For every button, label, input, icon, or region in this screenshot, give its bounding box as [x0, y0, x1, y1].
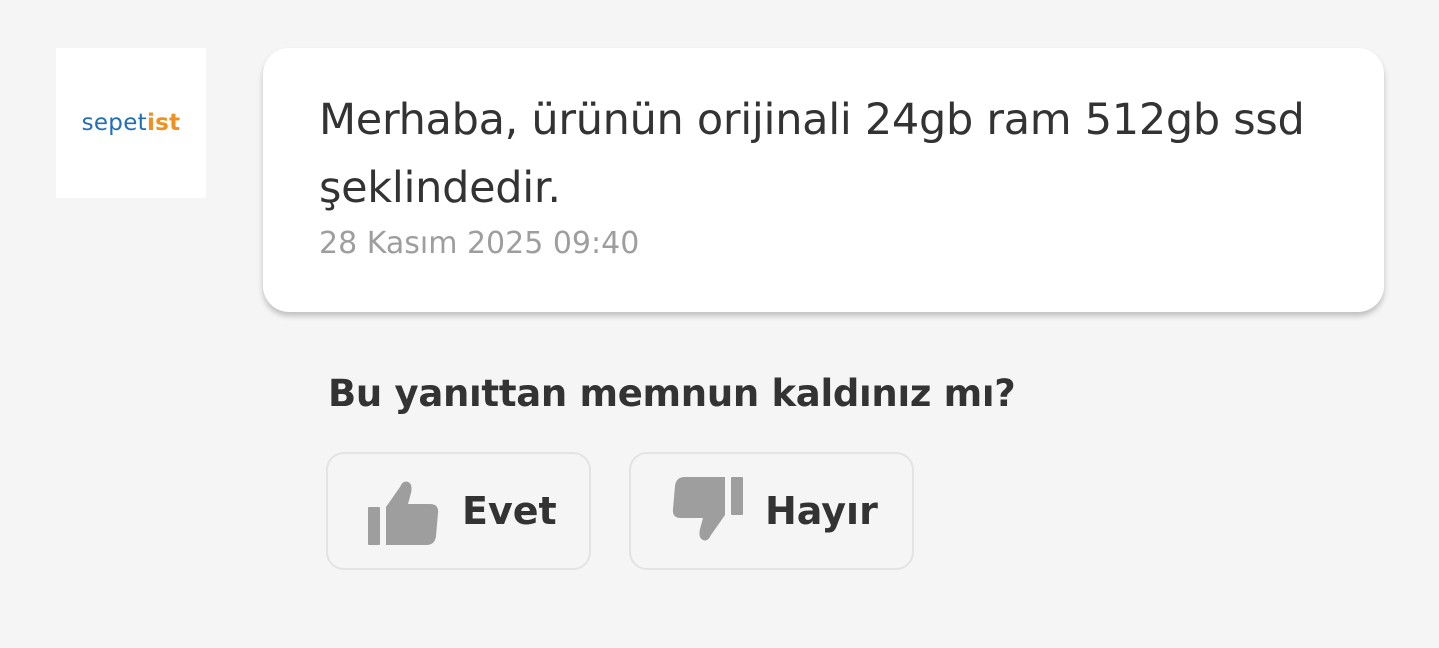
logo-part-primary: sepet — [81, 109, 147, 136]
feedback-no-button[interactable]: Hayır — [629, 452, 914, 570]
answer-message-text: Merhaba, ürünün orijinali 24gb ram 512gb… — [319, 95, 1305, 213]
thumbs-up-icon — [368, 481, 439, 545]
feedback-yes-label: Evet — [462, 489, 557, 533]
feedback-yes-button[interactable]: Evet — [326, 452, 591, 570]
feedback-no-label: Hayır — [765, 489, 878, 533]
seller-logo: sepetist — [56, 48, 206, 198]
qa-answer-view: sepetist Merhaba, ürünün orijinali 24gb … — [0, 0, 1439, 648]
seller-logo-text: sepetist — [81, 109, 181, 136]
answer-timestamp: 28 Kasım 2025 09:40 — [319, 226, 640, 261]
logo-part-accent: ist — [146, 109, 181, 136]
answer-message-card: Merhaba, ürünün orijinali 24gb ram 512gb… — [263, 48, 1384, 312]
thumbs-down-icon — [672, 477, 743, 541]
feedback-question: Bu yanıttan memnun kaldınız mı? — [328, 372, 1016, 415]
